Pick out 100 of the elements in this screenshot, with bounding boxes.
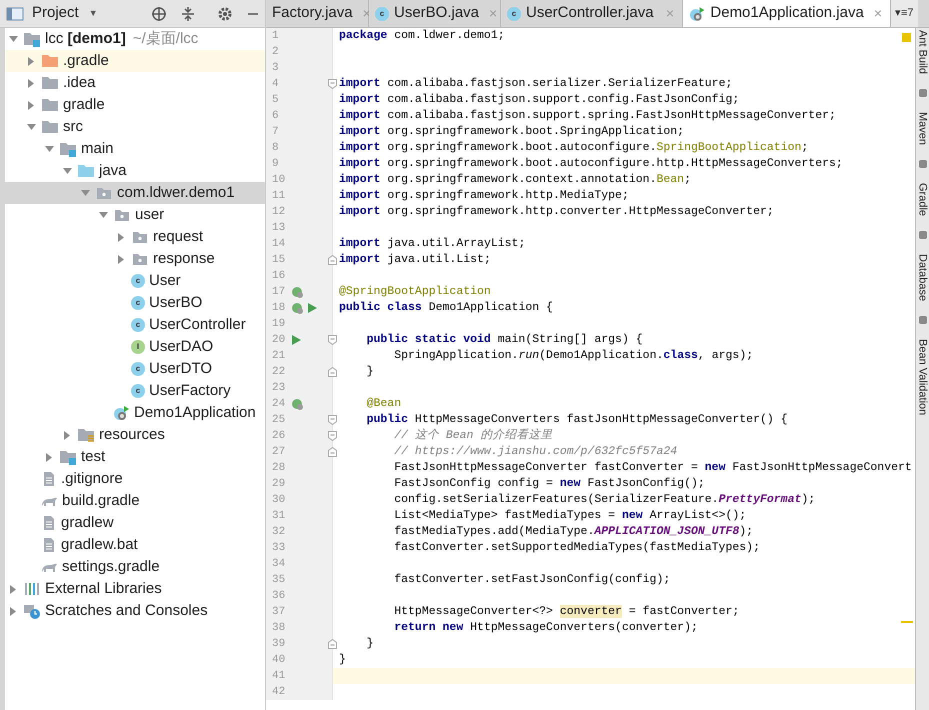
line-number: 4 [271,76,280,92]
line-number: 22 [271,364,286,380]
tree-item[interactable]: Demo1Application [5,402,265,424]
package-folder-icon [113,207,131,223]
code-line: import org.springframework.http.MediaType; [339,188,629,204]
tab-list-button[interactable]: ▾≡7 [891,0,918,27]
panel-title[interactable]: Project [32,2,79,25]
tree-item[interactable]: build.gradle [5,490,265,512]
editor-tab[interactable]: c UserBO.java × [369,0,501,27]
collapse-all-icon[interactable] [181,6,195,22]
tree-item[interactable]: resources [5,424,265,446]
class-icon: c [375,6,389,20]
tree-item[interactable]: .gradle [5,50,265,72]
line-number: 3 [271,60,280,76]
fold-end-icon [328,639,337,649]
package-folder-icon [131,251,149,267]
expanded-arrow-icon [26,122,36,132]
line-number: 32 [271,524,286,540]
tree-item[interactable]: main [5,138,265,160]
tree-item[interactable]: gradle [5,94,265,116]
code-line: return new HttpMessageConverters(converter); [393,620,698,636]
spring-app-icon [113,405,130,421]
class-icon: c [131,318,145,332]
item-label: com.ldwer.demo1 [117,182,235,203]
bean-icon [291,302,303,314]
tree-item[interactable]: gradlew.bat [5,534,265,556]
tool-window-tab[interactable]: Database [916,254,928,302]
tree-item[interactable]: c UserFactory [5,380,265,402]
item-label: .gradle [63,50,109,71]
line-number: 41 [271,668,286,684]
folder-icon [41,53,59,69]
tree-item[interactable]: com.ldwer.demo1 [5,182,265,204]
line-number: 39 [271,636,286,652]
tree-item[interactable]: settings.gradle [5,556,265,578]
code-line: FastJsonConfig config = new FastJsonConfig(); [393,476,705,492]
text-file-icon [41,515,57,531]
locate-icon[interactable] [151,6,167,22]
tree-item[interactable]: c UserBO [5,292,265,314]
code-line: config.setSerializerFeatures(SerializerFeature.PrettyFormat); [393,492,816,508]
line-number: 11 [271,188,286,204]
text-file-icon [41,537,57,553]
item-label: gradle [63,94,105,115]
line-number: 19 [271,316,286,332]
caret-icon[interactable]: ▼ [88,6,98,20]
tool-window-tab[interactable]: Ant Build [916,30,928,74]
code-line: import org.springframework.boot.SpringApplication; [339,124,684,140]
tree-item[interactable]: External Libraries [5,578,265,600]
tree-item[interactable]: c UserDTO [5,358,265,380]
line-number: 37 [271,604,286,620]
item-label: External Libraries [45,578,162,599]
item-label: UserFactory [149,380,231,401]
tree-item[interactable]: lcc [demo1] ~/桌面/lcc [5,28,265,50]
code-line: // https://www.jianshu.com/p/632fc5f57a24 [393,444,678,460]
collapsed-arrow-icon [26,78,36,88]
tree-item[interactable]: test [5,446,265,468]
bean-icon [291,398,303,410]
item-label: UserBO [149,292,202,313]
tree-item[interactable]: response [5,248,265,270]
editor-tab[interactable]: Demo1Application.java × [683,0,891,27]
fold-end-icon [328,367,337,377]
tree-item[interactable]: c User [5,270,265,292]
resources-folder-icon [77,427,95,443]
code-line: import org.springframework.boot.autoconfigure.SpringBootApplication; [339,140,808,156]
tool-window-tab[interactable]: Maven [916,112,928,146]
settings-icon[interactable] [217,6,233,22]
error-stripe-mark [901,621,913,623]
tool-window-tab[interactable]: Gradle [916,183,928,216]
tree-item[interactable]: c UserController [5,314,265,336]
code-line: } [366,364,374,380]
tree-item[interactable]: gradlew [5,512,265,534]
tree-item[interactable]: java [5,160,265,182]
interface-icon: I [131,340,145,354]
line-number: 40 [271,652,286,668]
item-label: UserDTO [149,358,212,379]
class-icon: c [131,296,145,310]
fold-end-icon [328,447,337,457]
line-number: 15 [271,252,286,268]
tool-window-tab[interactable]: Bean Validation [916,339,928,416]
line-number: 29 [271,476,286,492]
item-label: gradlew.bat [61,534,138,555]
module-folder-icon [23,31,41,47]
code-line: FastJsonHttpMessageConverter fastConverter = new FastJsonHttpMessageConvert [393,460,912,476]
warning-marker [902,33,911,42]
tool-window-icon [918,315,928,326]
line-number: 7 [271,124,280,140]
tree-item[interactable]: I UserDAO [5,336,265,358]
folder-icon [41,119,59,135]
scratches-icon [23,603,41,619]
tree-item[interactable]: src [5,116,265,138]
tree-item[interactable]: .gitignore [5,468,265,490]
run-icon [307,302,318,314]
class-icon: c [131,384,145,398]
line-number: 35 [271,572,286,588]
tree-item[interactable]: request [5,226,265,248]
tree-item[interactable]: .idea [5,72,265,94]
tree-item[interactable]: user [5,204,265,226]
tree-item[interactable]: Scratches and Consoles [5,600,265,622]
fold-start-icon [328,415,337,425]
line-number: 36 [271,588,286,604]
folder-icon [41,75,59,91]
